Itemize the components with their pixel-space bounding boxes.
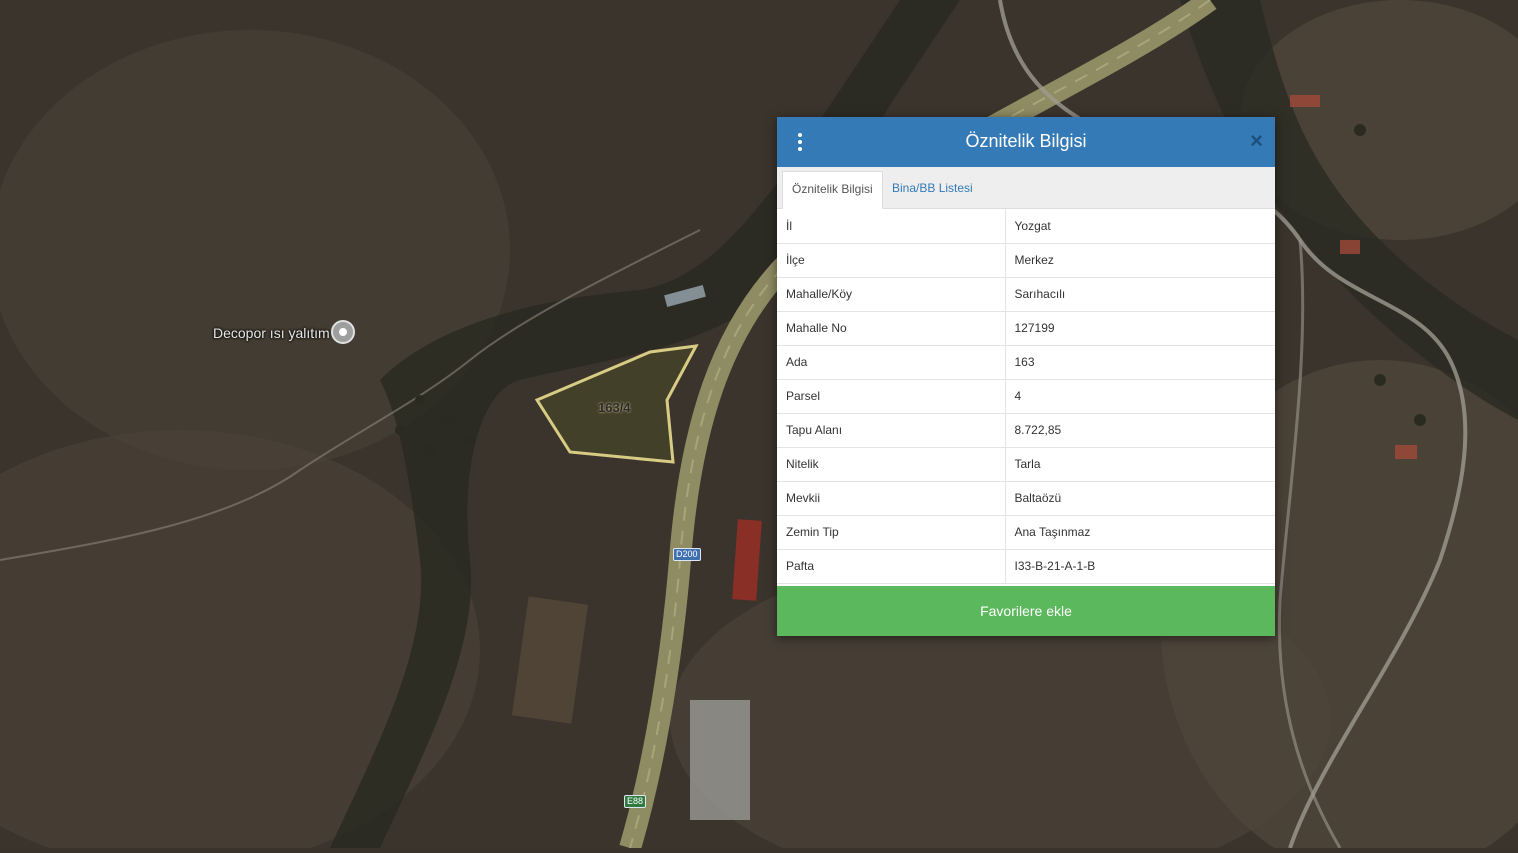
table-row: Parsel 4 [777, 379, 1275, 414]
attribute-value: Yozgat [1005, 209, 1275, 244]
attribute-value: 127199 [1005, 311, 1275, 346]
attribute-value: Baltaözü [1005, 481, 1275, 516]
table-row: Ada 163 [777, 345, 1275, 380]
panel-tabs: Öznitelik Bilgisi Bina/BB Listesi [777, 167, 1275, 209]
attribute-key: Tapu Alanı [777, 413, 1006, 448]
attribute-key: Nitelik [777, 447, 1006, 482]
attribute-value: Tarla [1005, 447, 1275, 482]
tab-attribute-info[interactable]: Öznitelik Bilgisi [782, 171, 883, 209]
attribute-key: Ada [777, 345, 1006, 380]
attribute-key: İlçe [777, 243, 1006, 278]
table-row: Mevkii Baltaözü [777, 481, 1275, 516]
attribute-value: 8.722,85 [1005, 413, 1275, 448]
close-icon[interactable]: × [1250, 130, 1263, 152]
attribute-value: Sarıhacılı [1005, 277, 1275, 312]
poi-pin-icon[interactable] [331, 320, 355, 344]
table-row: İlçe Merkez [777, 243, 1275, 278]
satellite-map[interactable]: Decopor ısı yalıtım 163/4 D200 E88 [0, 0, 1518, 853]
attribute-value: Ana Taşınmaz [1005, 515, 1275, 550]
table-row: Tapu Alanı 8.722,85 [777, 413, 1275, 448]
poi-label[interactable]: Decopor ısı yalıtım [213, 325, 330, 341]
panel-header: Öznitelik Bilgisi × [777, 117, 1275, 167]
attribute-table: İl Yozgat İlçe Merkez Mahalle/Köy Sarıhacıl… [777, 209, 1275, 584]
table-row: İl Yozgat [777, 209, 1275, 244]
table-row: Mahalle/Köy Sarıhacılı [777, 277, 1275, 312]
attribute-key: Parsel [777, 379, 1006, 414]
attribute-key: Mahalle No [777, 311, 1006, 346]
attribute-key: Pafta [777, 549, 1006, 584]
attribute-value: 4 [1005, 379, 1275, 414]
attribute-key: Mahalle/Köy [777, 277, 1006, 312]
satellite-imagery [0, 0, 1518, 853]
tab-building-list[interactable]: Bina/BB Listesi [883, 171, 982, 209]
attribute-value: Merkez [1005, 243, 1275, 278]
table-row: Zemin Tip Ana Taşınmaz [777, 515, 1275, 550]
attribute-value: I33-B-21-A-1-B [1005, 549, 1275, 584]
attribute-value: 163 [1005, 345, 1275, 380]
panel-title: Öznitelik Bilgisi [965, 131, 1087, 151]
table-row: Mahalle No 127199 [777, 311, 1275, 346]
add-to-favorites-button[interactable]: Favorilere ekle [777, 586, 1275, 636]
road-shield-e88: E88 [624, 795, 647, 808]
road-shield-d200: D200 [673, 548, 701, 561]
attribute-key: İl [777, 209, 1006, 244]
attribute-key: Mevkii [777, 481, 1006, 516]
table-row: Nitelik Tarla [777, 447, 1275, 482]
parcel-label: 163/4 [598, 400, 631, 415]
attribute-key: Zemin Tip [777, 515, 1006, 550]
attribute-panel: Öznitelik Bilgisi × Öznitelik Bilgisi Bi… [777, 117, 1275, 636]
table-row: Pafta I33-B-21-A-1-B [777, 549, 1275, 584]
